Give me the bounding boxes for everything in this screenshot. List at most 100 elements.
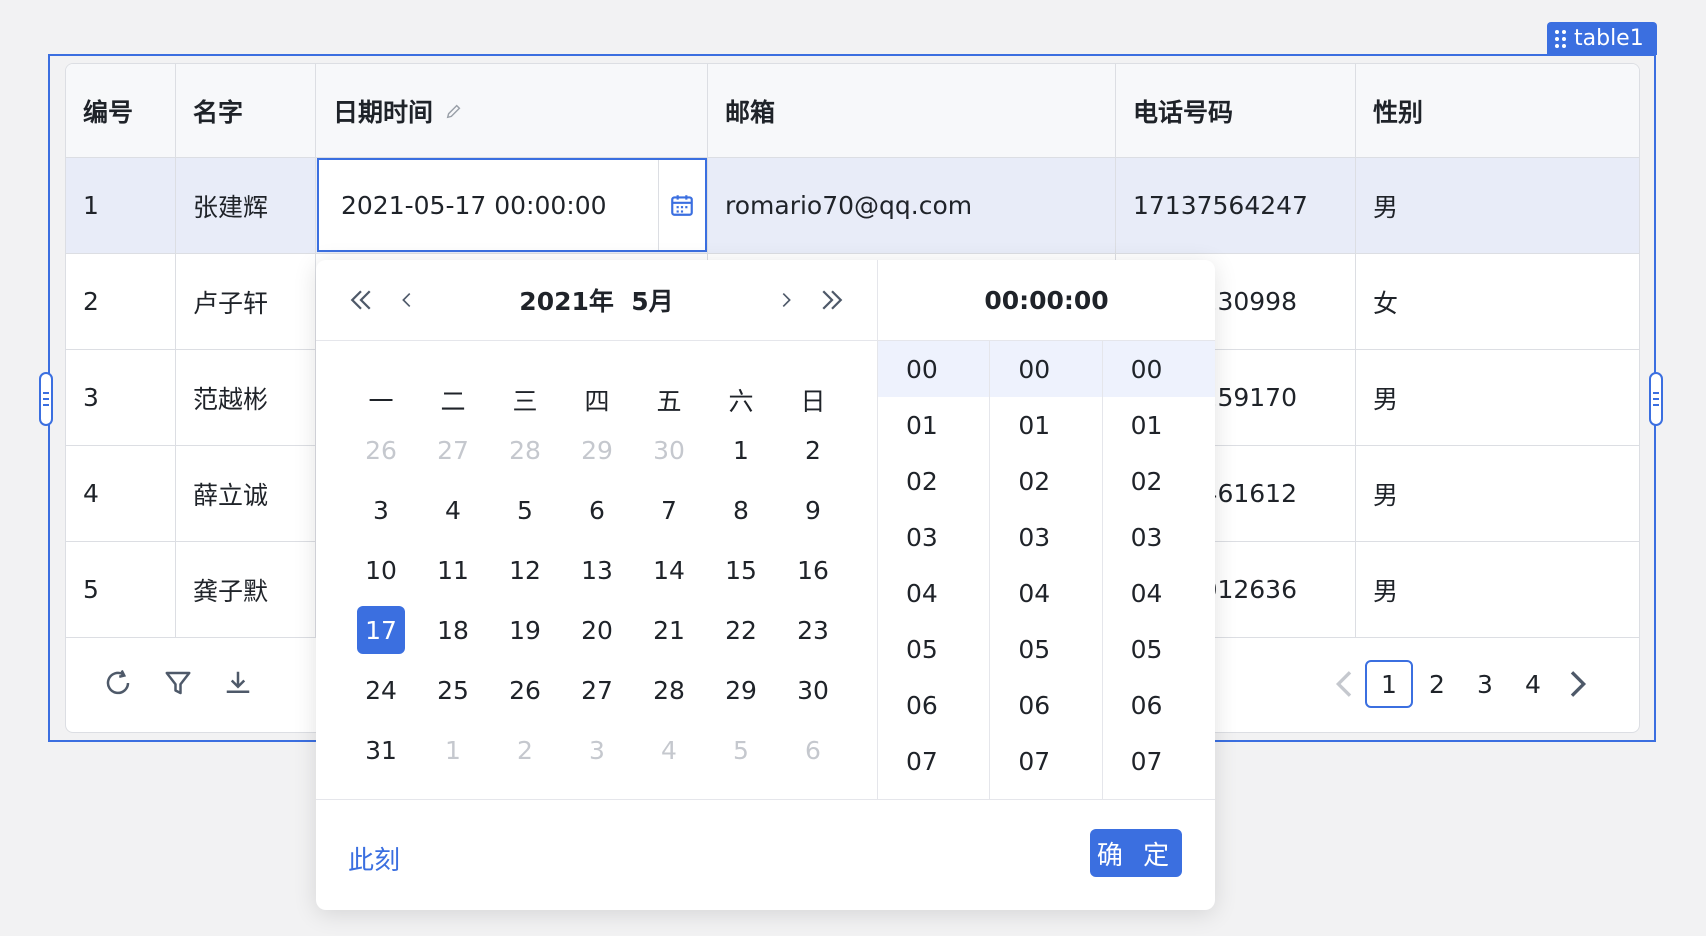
day-cell[interactable]: 5 <box>489 480 561 540</box>
page-4[interactable]: 4 <box>1509 660 1557 708</box>
time-option[interactable]: 05 <box>878 621 989 677</box>
day-cell[interactable]: 28 <box>633 660 705 720</box>
time-option[interactable]: 01 <box>1103 397 1215 453</box>
hour-column[interactable]: 00 01 02 03 04 05 06 07 <box>878 341 991 799</box>
time-option[interactable]: 07 <box>990 733 1101 789</box>
time-option[interactable]: 04 <box>1103 565 1215 621</box>
column-header-gender[interactable]: 性别 <box>1356 64 1639 158</box>
day-cell-selected[interactable]: 17 <box>345 600 417 660</box>
day-cell[interactable]: 5 <box>705 720 777 780</box>
day-cell[interactable]: 26 <box>489 660 561 720</box>
page-1[interactable]: 1 <box>1365 660 1413 708</box>
refresh-icon[interactable] <box>103 668 133 698</box>
day-cell[interactable]: 2 <box>489 720 561 780</box>
day-cell[interactable]: 16 <box>777 540 849 600</box>
calendar-title[interactable]: 2021年 5月 <box>519 282 673 318</box>
day-cell[interactable]: 24 <box>345 660 417 720</box>
day-cell[interactable]: 12 <box>489 540 561 600</box>
column-header-name[interactable]: 名字 <box>176 64 316 158</box>
day-cell[interactable]: 14 <box>633 540 705 600</box>
day-cell[interactable]: 4 <box>417 480 489 540</box>
time-option[interactable]: 00 <box>878 341 990 397</box>
time-option[interactable]: 02 <box>878 453 989 509</box>
column-header-date[interactable]: 日期时间 <box>316 64 708 158</box>
day-cell[interactable]: 27 <box>417 420 489 480</box>
calendar-button[interactable] <box>658 160 705 250</box>
time-option[interactable]: 03 <box>878 509 989 565</box>
day-cell[interactable]: 27 <box>561 660 633 720</box>
day-cell[interactable]: 31 <box>345 720 417 780</box>
day-cell[interactable]: 9 <box>777 480 849 540</box>
day-cell[interactable]: 23 <box>777 600 849 660</box>
day-cell[interactable]: 22 <box>705 600 777 660</box>
now-link[interactable]: 此刻 <box>348 840 400 877</box>
filter-icon[interactable] <box>163 668 193 698</box>
time-option[interactable]: 02 <box>990 453 1101 509</box>
prev-year-icon[interactable] <box>346 282 376 318</box>
time-option[interactable]: 00 <box>1102 341 1215 397</box>
time-option[interactable]: 06 <box>878 677 989 733</box>
time-option[interactable]: 06 <box>1103 677 1215 733</box>
time-option[interactable]: 02 <box>1103 453 1215 509</box>
time-option[interactable]: 07 <box>1103 733 1215 789</box>
time-option[interactable]: 03 <box>1103 509 1215 565</box>
day-cell[interactable]: 4 <box>633 720 705 780</box>
confirm-button[interactable]: 确 定 <box>1090 829 1182 877</box>
next-year-icon[interactable] <box>817 282 847 318</box>
time-option[interactable]: 00 <box>990 341 1102 397</box>
time-option[interactable]: 04 <box>878 565 989 621</box>
cell-name: 卢子轩 <box>176 254 316 349</box>
time-option[interactable]: 07 <box>878 733 989 789</box>
day-cell[interactable]: 15 <box>705 540 777 600</box>
day-cell[interactable]: 3 <box>345 480 417 540</box>
day-cell[interactable]: 29 <box>705 660 777 720</box>
day-cell[interactable]: 7 <box>633 480 705 540</box>
time-option[interactable]: 01 <box>878 397 989 453</box>
second-column[interactable]: 00 01 02 03 04 05 06 07 <box>1102 341 1215 799</box>
column-header-phone[interactable]: 电话号码 <box>1116 64 1356 158</box>
day-cell[interactable]: 1 <box>705 420 777 480</box>
day-cell[interactable]: 6 <box>777 720 849 780</box>
day-cell[interactable]: 28 <box>489 420 561 480</box>
time-option[interactable]: 01 <box>990 397 1101 453</box>
day-cell[interactable]: 30 <box>633 420 705 480</box>
table-row[interactable]: 1 张建辉 romario70@qq.com 17137564247 男 <box>66 158 1639 254</box>
day-cell[interactable]: 10 <box>345 540 417 600</box>
prev-page-icon[interactable] <box>1325 664 1365 704</box>
next-month-icon[interactable] <box>775 282 797 318</box>
datetime-input-value[interactable]: 2021-05-17 00:00:00 <box>319 191 658 220</box>
datetime-editor[interactable]: 2021-05-17 00:00:00 <box>317 158 707 252</box>
minute-column[interactable]: 00 01 02 03 04 05 06 07 <box>990 341 1103 799</box>
day-cell[interactable]: 29 <box>561 420 633 480</box>
time-option[interactable]: 06 <box>990 677 1101 733</box>
day-cell[interactable]: 25 <box>417 660 489 720</box>
day-cell[interactable]: 13 <box>561 540 633 600</box>
day-cell[interactable]: 30 <box>777 660 849 720</box>
page-2[interactable]: 2 <box>1413 660 1461 708</box>
day-cell[interactable]: 6 <box>561 480 633 540</box>
page-3[interactable]: 3 <box>1461 660 1509 708</box>
day-cell[interactable]: 2 <box>777 420 849 480</box>
day-cell[interactable]: 8 <box>705 480 777 540</box>
drag-handle-icon[interactable] <box>1555 29 1566 48</box>
resize-handle-right[interactable] <box>1649 372 1663 426</box>
day-cell[interactable]: 20 <box>561 600 633 660</box>
day-cell[interactable]: 3 <box>561 720 633 780</box>
day-cell[interactable]: 1 <box>417 720 489 780</box>
resize-handle-left[interactable] <box>39 372 53 426</box>
column-header-email[interactable]: 邮箱 <box>708 64 1116 158</box>
time-option[interactable]: 03 <box>990 509 1101 565</box>
day-cell[interactable]: 19 <box>489 600 561 660</box>
day-cell[interactable]: 18 <box>417 600 489 660</box>
column-header-id[interactable]: 编号 <box>66 64 176 158</box>
next-page-icon[interactable] <box>1557 664 1597 704</box>
day-cell[interactable]: 11 <box>417 540 489 600</box>
time-option[interactable]: 05 <box>1103 621 1215 677</box>
time-option[interactable]: 05 <box>990 621 1101 677</box>
day-cell[interactable]: 21 <box>633 600 705 660</box>
prev-month-icon[interactable] <box>396 282 418 318</box>
time-option[interactable]: 04 <box>990 565 1101 621</box>
download-icon[interactable] <box>223 668 253 698</box>
day-cell[interactable]: 26 <box>345 420 417 480</box>
component-tag[interactable]: table1 <box>1547 22 1657 55</box>
